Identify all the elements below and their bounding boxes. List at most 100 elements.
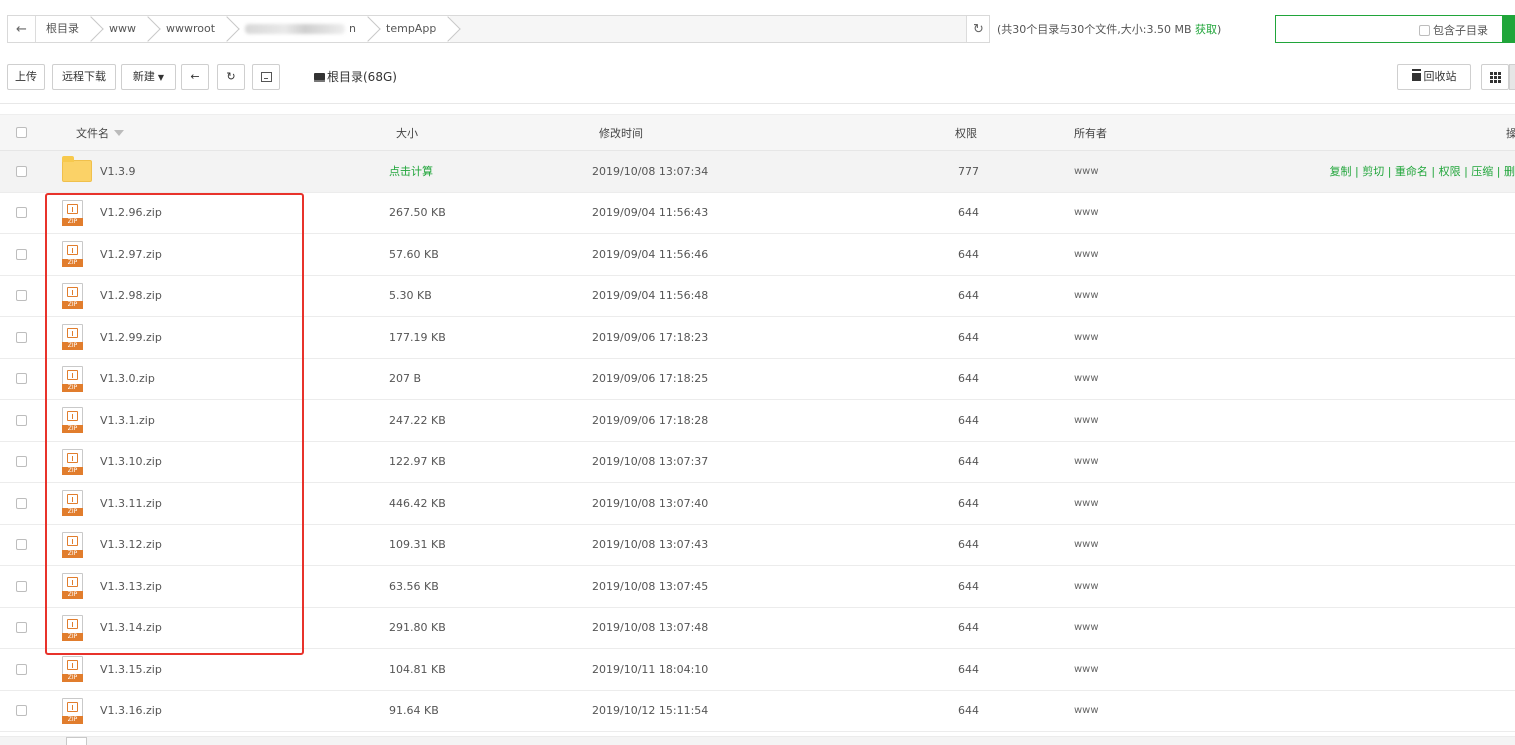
row-checkbox[interactable] — [16, 608, 27, 649]
calculate-size-button[interactable]: 点击计算 — [389, 151, 433, 192]
header-mtime[interactable]: 修改时间 — [599, 115, 643, 150]
search-button[interactable] — [1502, 15, 1515, 43]
row-checkbox[interactable] — [16, 359, 27, 400]
redacted-segment — [245, 24, 346, 34]
file-mtime: 2019/09/06 17:18:23 — [592, 330, 709, 344]
grid-view-icon — [1489, 71, 1501, 83]
file-name[interactable]: V1.3.14.zip — [100, 608, 162, 649]
zip-icon: ZIP — [62, 193, 83, 234]
path-back-button[interactable]: ← — [8, 16, 36, 42]
include-subdir-checkbox[interactable]: 包含子目录 — [1419, 22, 1488, 38]
file-owner: www — [1074, 248, 1099, 260]
trash-icon — [1411, 71, 1421, 81]
table-row[interactable]: ZIP V1.3.12.zip 109.31 KB 2019/10/08 13:07:… — [0, 524, 1515, 566]
file-owner: www — [1074, 580, 1099, 592]
file-mtime: 2019/10/12 15:11:54 — [592, 704, 709, 718]
file-size: 247.22 KB — [389, 413, 446, 427]
row-actions[interactable]: 复制 | 剪切 | 重命名 | 权限 | 压缩 | 删 — [1330, 151, 1515, 192]
file-name[interactable]: V1.3.9 — [100, 151, 136, 192]
table-row[interactable]: ZIP V1.3.11.zip 446.42 KB 2019/10/08 13:07:… — [0, 483, 1515, 525]
file-name[interactable]: V1.2.97.zip — [100, 234, 162, 275]
calculate-size-link[interactable]: 获取 — [1195, 23, 1217, 36]
file-name[interactable]: V1.3.0.zip — [100, 359, 155, 400]
list-view-button[interactable] — [1509, 64, 1515, 90]
row-checkbox[interactable] — [16, 193, 27, 234]
table-row[interactable]: ZIP V1.2.97.zip 57.60 KB 2019/09/04 11:56:4… — [0, 234, 1515, 276]
table-row[interactable]: ZIP V1.3.0.zip 207 B 2019/09/06 17:18:25 644… — [0, 358, 1515, 400]
caret-down-icon: ▼ — [157, 73, 165, 82]
file-name[interactable]: V1.3.11.zip — [100, 483, 162, 524]
terminal-button[interactable] — [252, 64, 280, 90]
row-checkbox[interactable] — [16, 649, 27, 690]
file-name[interactable]: V1.2.99.zip — [100, 317, 162, 358]
file-mtime: 2019/10/08 13:07:43 — [592, 538, 709, 552]
file-owner: www — [1074, 290, 1099, 302]
file-name[interactable]: V1.3.13.zip — [100, 566, 162, 607]
table-row[interactable]: ZIP V1.3.10.zip 122.97 KB 2019/10/08 13:07:… — [0, 441, 1515, 483]
upload-button[interactable]: 上传 — [7, 64, 45, 90]
table-row[interactable]: ZIP V1.3.16.zip 91.64 KB 2019/10/12 15:11:5… — [0, 690, 1515, 732]
header-name[interactable]: 文件名 — [76, 115, 124, 150]
file-size: 91.64 KB — [389, 704, 439, 718]
file-name[interactable]: V1.3.16.zip — [100, 691, 162, 732]
select-all-checkbox[interactable] — [16, 115, 27, 150]
file-name[interactable]: V1.2.98.zip — [100, 276, 162, 317]
table-row[interactable]: ZIP V1.2.98.zip 5.30 KB 2019/09/04 11:56:48… — [0, 275, 1515, 317]
file-mtime: 2019/10/08 13:07:48 — [592, 621, 709, 635]
file-owner: www — [1074, 373, 1099, 385]
zip-icon: ZIP — [62, 442, 83, 483]
remote-download-button[interactable]: 远程下载 — [52, 64, 116, 90]
table-row[interactable]: ZIP V1.3.13.zip 63.56 KB 2019/10/08 13:07:4… — [0, 566, 1515, 608]
row-checkbox[interactable] — [16, 525, 27, 566]
search-input[interactable]: 包含子目录 — [1275, 15, 1503, 43]
file-owner: www — [1074, 165, 1099, 177]
breadcrumb-item-wwwroot[interactable]: wwwroot — [150, 16, 230, 42]
row-checkbox[interactable] — [16, 276, 27, 317]
file-perm: 644 — [958, 538, 979, 552]
new-dropdown-button[interactable]: 新建 ▼ — [121, 64, 176, 90]
disk-selector[interactable]: 根目录(68G) — [314, 68, 397, 85]
breadcrumb: 根目录 www wwwroot n tempApp — [36, 16, 451, 42]
table-row[interactable]: ZIP V1.3.15.zip 104.81 KB 2019/10/11 18:04:… — [0, 649, 1515, 691]
recycle-bin-button[interactable]: 回收站 — [1397, 64, 1471, 90]
breadcrumb-item-root[interactable]: 根目录 — [36, 16, 93, 42]
row-checkbox[interactable] — [16, 234, 27, 275]
file-owner: www — [1074, 705, 1099, 717]
path-refresh-button[interactable]: ↻ — [966, 16, 989, 42]
file-name[interactable]: V1.3.12.zip — [100, 525, 162, 566]
row-checkbox[interactable] — [16, 317, 27, 358]
header-size[interactable]: 大小 — [396, 115, 418, 150]
table-row-folder[interactable]: V1.3.9 点击计算 2019/10/08 13:07:34 777 www … — [0, 151, 1515, 193]
refresh-icon: ↻ — [226, 70, 236, 83]
file-name[interactable]: V1.3.1.zip — [100, 400, 155, 441]
row-checkbox[interactable] — [16, 442, 27, 483]
table-row[interactable]: ZIP V1.3.1.zip 247.22 KB 2019/09/06 17:18:2… — [0, 400, 1515, 442]
file-size: 109.31 KB — [389, 538, 446, 552]
checkbox-box[interactable] — [1419, 24, 1430, 36]
row-checkbox[interactable] — [16, 151, 27, 192]
table-row[interactable]: ZIP V1.2.96.zip 267.50 KB 2019/09/04 11:56:… — [0, 192, 1515, 234]
grid-view-button[interactable] — [1481, 64, 1509, 90]
file-name[interactable]: V1.2.96.zip — [100, 193, 162, 234]
table-header: 文件名 大小 修改时间 权限 所有者 操 — [0, 114, 1515, 151]
file-mtime: 2019/10/11 18:04:10 — [592, 662, 709, 676]
file-mtime: 2019/09/06 17:18:25 — [592, 372, 709, 386]
breadcrumb-item-tempapp[interactable]: tempApp — [370, 16, 451, 42]
table-row[interactable]: ZIP V1.3.14.zip 291.80 KB 2019/10/08 13:07:… — [0, 607, 1515, 649]
file-name[interactable]: V1.3.10.zip — [100, 442, 162, 483]
file-mtime: 2019/10/08 13:07:37 — [592, 455, 709, 469]
path-bar: ← 根目录 www wwwroot n tempApp ↻ — [7, 15, 990, 43]
row-checkbox[interactable] — [16, 566, 27, 607]
row-checkbox[interactable] — [16, 691, 27, 732]
zip-icon: ZIP — [62, 649, 83, 690]
back-button[interactable]: ← — [181, 64, 209, 90]
breadcrumb-item-site[interactable]: n — [229, 16, 371, 42]
row-checkbox[interactable] — [16, 483, 27, 524]
file-name[interactable]: V1.3.15.zip — [100, 649, 162, 690]
table-row[interactable]: ZIP V1.2.99.zip 177.19 KB 2019/09/06 17:18:… — [0, 317, 1515, 359]
terminal-icon — [260, 72, 272, 82]
row-checkbox[interactable] — [16, 400, 27, 441]
refresh-button[interactable]: ↻ — [217, 64, 245, 90]
file-mtime: 2019/10/08 13:07:45 — [592, 579, 709, 593]
file-owner: www — [1074, 539, 1099, 551]
